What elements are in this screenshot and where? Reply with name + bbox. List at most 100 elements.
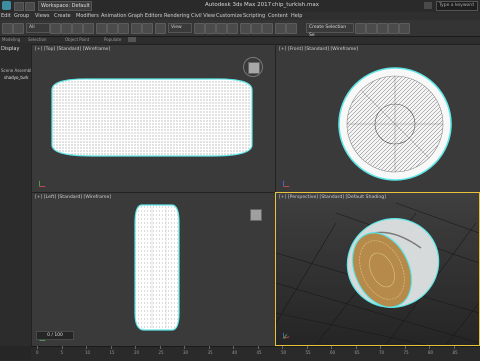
status-corner <box>0 346 31 360</box>
ribbon-tab-modeling[interactable]: Modeling <box>2 37 20 42</box>
viewcube-icon[interactable] <box>250 209 262 221</box>
render-setup-icon[interactable] <box>377 23 388 34</box>
timeline-tick-label: 40 <box>232 350 238 355</box>
time-slider-frame-counter[interactable]: 0 / 100 <box>36 331 74 340</box>
viewport-top[interactable]: [+] [Top] [Standard] [Wireframe] <box>31 44 277 194</box>
display-tab[interactable]: Display <box>1 46 19 52</box>
select-place-icon[interactable] <box>131 23 142 34</box>
menu-scripting[interactable]: Scripting <box>243 13 265 19</box>
viewport-front[interactable]: [+] [Front] [Standard] [Wireframe] <box>275 44 480 194</box>
timeline-tick-mark <box>257 346 259 349</box>
redo-icon[interactable] <box>13 23 24 34</box>
scene-explorer-panel <box>0 44 32 346</box>
mirror-icon[interactable] <box>251 23 262 34</box>
menu-help[interactable]: Help <box>291 13 302 19</box>
spinner-snap-icon[interactable] <box>227 23 238 34</box>
timeline-tick-label: 70 <box>379 350 385 355</box>
menu-edit[interactable]: Edit <box>1 13 11 19</box>
app-logo-icon[interactable] <box>2 1 11 10</box>
timeline-tick-mark <box>331 346 332 349</box>
selection-set-dropdown[interactable]: Create Selection Se <box>306 23 354 38</box>
scene-object-item[interactable]: shadyo_turk <box>4 75 29 80</box>
timeline-tick-label: 25 <box>158 350 164 355</box>
search-input[interactable]: Type a keyword <box>436 1 478 11</box>
axis-tripod-icon <box>283 332 290 339</box>
align-icon[interactable] <box>262 23 273 34</box>
viewport-left[interactable]: [+] [Left] [Standard] [Wireframe] <box>31 192 277 348</box>
menu-animation[interactable]: Animation <box>101 13 127 19</box>
timeline-tick-label: 75 <box>403 350 409 355</box>
ribbon-tab-selection[interactable]: Selection <box>28 37 46 42</box>
coin-top-wireframe <box>51 78 253 157</box>
timeline-tick-mark <box>110 346 112 349</box>
coin-front-wireframe <box>338 67 452 181</box>
ribbon-tab-object-paint[interactable]: Object Paint <box>65 37 89 42</box>
ribbon-tab-populate[interactable]: Populate <box>104 37 121 42</box>
timeline-tick-label: 35 <box>207 350 213 355</box>
menu-civil-view[interactable]: Civil View <box>191 13 215 19</box>
percent-snap-icon[interactable] <box>216 23 227 34</box>
menu-group[interactable]: Group <box>14 13 29 19</box>
open-file-icon[interactable] <box>25 2 35 11</box>
edit-named-sets-icon[interactable] <box>240 23 251 34</box>
timeline-tick-label: 5 <box>60 350 64 355</box>
timeline-tick-mark <box>61 346 63 349</box>
scene-assembly-label[interactable]: Scene Assembly <box>1 68 34 73</box>
select-object-icon[interactable] <box>50 23 61 34</box>
timeline-tick-mark <box>453 346 455 349</box>
workspace-dropdown[interactable]: Workspace: Default <box>38 1 92 11</box>
curve-editor-icon[interactable] <box>286 23 297 34</box>
axis-tripod-icon <box>283 180 290 187</box>
timeline-tick-label: 55 <box>305 350 311 355</box>
move-icon[interactable] <box>96 23 107 34</box>
new-file-icon[interactable] <box>14 2 24 11</box>
timeline-tick-mark <box>208 346 210 349</box>
menu-content[interactable]: Content <box>268 13 288 19</box>
menu-modifiers[interactable]: Modifiers <box>76 13 99 19</box>
scale-icon[interactable] <box>118 23 129 34</box>
menu-graph-editors[interactable]: Graph Editors <box>128 13 162 19</box>
pivot-icon[interactable] <box>142 23 153 34</box>
angle-snap-icon[interactable] <box>205 23 216 34</box>
menu-views[interactable]: Views <box>35 13 49 19</box>
timeline-tick-mark <box>233 346 234 349</box>
viewport-perspective[interactable]: [+] [Perspective] [Standard] [Default Sh… <box>275 192 480 346</box>
select-by-name-icon[interactable] <box>61 23 72 34</box>
coin-side-wireframe <box>134 204 180 331</box>
schematic-view-icon[interactable] <box>355 23 366 34</box>
timeline-tick-label: 45 <box>256 350 262 355</box>
timeline-tick-label: 60 <box>330 350 336 355</box>
timeline-tick-label: 30 <box>183 350 189 355</box>
keyboard-shortcut-icon[interactable] <box>155 23 166 34</box>
material-editor-icon[interactable] <box>366 23 377 34</box>
timeline-tick-mark <box>184 346 185 349</box>
ribbon-toggle-icon[interactable] <box>128 37 136 42</box>
rectangle-selection-icon[interactable] <box>72 23 83 34</box>
timeline-tick-mark <box>37 346 38 349</box>
timeline-tick-label: 0 <box>36 350 39 355</box>
menu-create[interactable]: Create <box>54 13 71 19</box>
viewcube-icon[interactable] <box>243 57 263 77</box>
snap-toggle-icon[interactable] <box>194 23 205 34</box>
selection-filter-dropdown[interactable]: All <box>26 23 50 33</box>
timeline-tick-label: 15 <box>109 350 115 355</box>
reference-coordinate-dropdown[interactable]: View <box>168 23 192 33</box>
rendered-frame-icon[interactable] <box>388 23 399 34</box>
layer-explorer-icon[interactable] <box>275 23 286 34</box>
timeline-tick-label: 10 <box>85 350 91 355</box>
window-crossing-icon[interactable] <box>83 23 94 34</box>
timeline-tick-label: 65 <box>354 350 360 355</box>
menu-rendering[interactable]: Rendering <box>164 13 190 19</box>
timeline-track[interactable] <box>31 346 480 361</box>
undo-icon[interactable] <box>2 23 13 34</box>
timeline-tick-mark <box>306 346 308 349</box>
render-icon[interactable] <box>399 23 410 34</box>
binoculars-icon[interactable] <box>424 2 432 9</box>
rotate-icon[interactable] <box>107 23 118 34</box>
timeline-tick-label: 20 <box>134 350 140 355</box>
timeline-tick-label: 50 <box>281 350 287 355</box>
timeline-tick-mark <box>429 346 430 349</box>
app-title: Autodesk 3ds Max 2017 <box>205 2 272 8</box>
timeline-tick-label: 80 <box>428 350 434 355</box>
menu-customize[interactable]: Customize <box>216 13 242 19</box>
